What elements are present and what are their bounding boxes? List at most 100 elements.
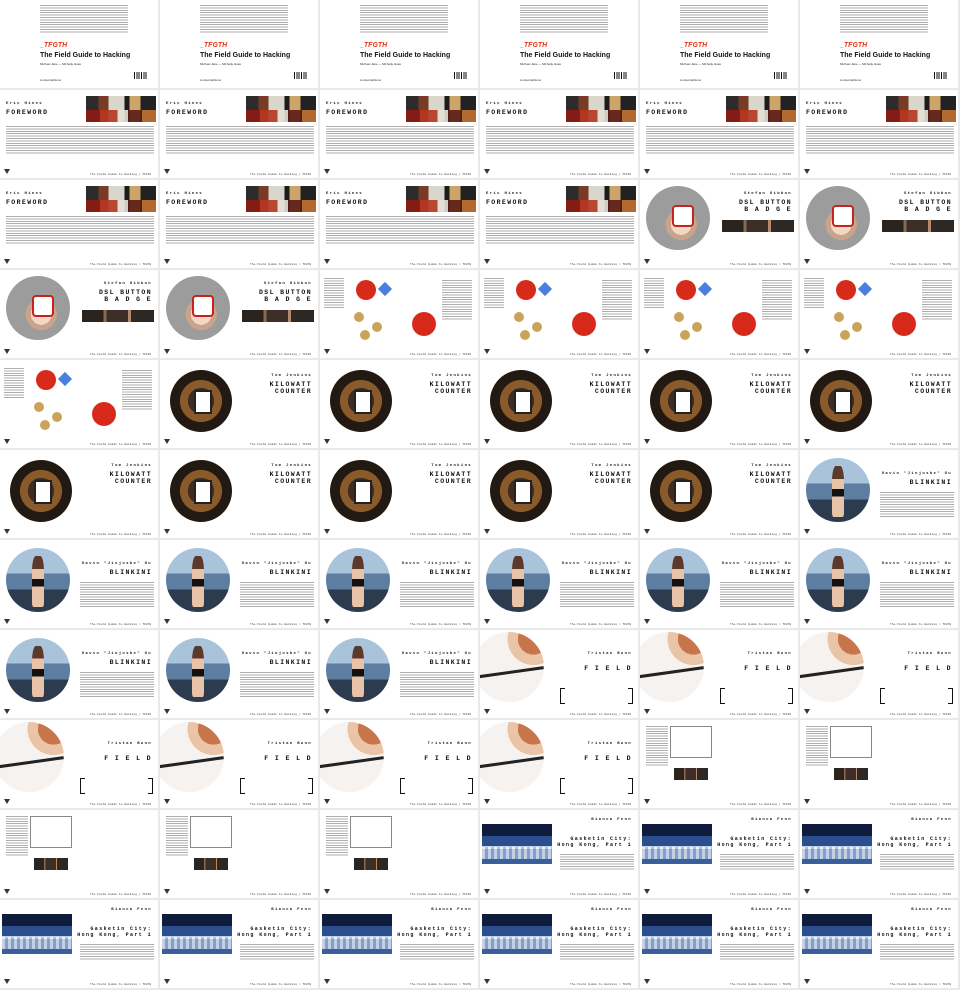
chapter-title: Gasketin City: Hong Kong, Part 1 [557, 836, 632, 848]
brass-part [520, 330, 530, 340]
page-thumbnail[interactable]: The Field Guide to Hacking | TFGTH Gavin … [160, 540, 318, 628]
page-thumbnail[interactable]: The Field Guide to Hacking | TFGTH Tom Je… [800, 360, 958, 448]
page-thumbnail[interactable]: The Field Guide to Hacking | TFGTH [800, 720, 958, 808]
chapter-photo-circle [320, 722, 384, 792]
page-thumbnail[interactable]: The Field Guide to Hacking | TFGTH Eric H… [640, 90, 798, 178]
page-footer: The Field Guide to Hacking | TFGTH [90, 533, 152, 536]
page-footer: The Field Guide to Hacking | TFGTH [90, 443, 152, 446]
chapter-author: Stefan Gibbon [263, 282, 312, 286]
page-thumbnail[interactable]: The Field Guide to Hacking | TFGTH Gavin … [0, 630, 158, 718]
page-thumbnail[interactable]: The Field Guide to Hacking | TFGTH [320, 270, 478, 358]
body-text-block [400, 944, 474, 960]
page-thumbnail[interactable]: The Field Guide to Hacking | TFGTH Gavin … [640, 540, 798, 628]
chapter-photo [482, 914, 552, 954]
page-thumbnail[interactable]: The Field Guide to Hacking | TFGTH Stefan… [0, 270, 158, 358]
page-thumbnail[interactable]: The Field Guide to Hacking | TFGTH Bianca… [480, 810, 638, 898]
cover-tag: _TFGTH [680, 42, 708, 49]
publisher-logo-icon [484, 439, 490, 445]
page-thumbnail[interactable]: The Field Guide to Hacking | TFGTH Eric H… [0, 180, 158, 268]
page-footer: The Field Guide to Hacking | TFGTH [250, 983, 312, 986]
page-thumbnail[interactable]: The Field Guide to Hacking | TFGTH Tom Je… [160, 360, 318, 448]
page-thumbnail[interactable]: The Field Guide to Hacking | TFGTH Gavin … [0, 540, 158, 628]
body-text-block [922, 280, 952, 320]
chapter-title: KILOWATT COUNTER [269, 381, 312, 395]
page-thumbnail[interactable]: The Field Guide to Hacking | TFGTH Gavin … [320, 540, 478, 628]
page-thumbnail[interactable]: The Field Guide to Hacking | TFGTH Eric H… [0, 90, 158, 178]
chapter-photo [246, 96, 316, 122]
page-thumbnail[interactable]: _TFGTH The Field Guide to Hacking Michael … [640, 0, 798, 88]
page-thumbnail[interactable]: The Field Guide to Hacking | TFGTH Eric H… [800, 90, 958, 178]
page-footer: The Field Guide to Hacking | TFGTH [250, 263, 312, 266]
page-thumbnail[interactable]: The Field Guide to Hacking | TFGTH Bianca… [800, 900, 958, 988]
page-thumbnail[interactable]: The Field Guide to Hacking | TFGTH Bianca… [320, 900, 478, 988]
page-footer: The Field Guide to Hacking | TFGTH [90, 173, 152, 176]
page-thumbnail[interactable]: The Field Guide to Hacking | TFGTH Tom Je… [640, 450, 798, 538]
page-thumbnail[interactable]: The Field Guide to Hacking | TFGTH Bianca… [800, 810, 958, 898]
page-footer: The Field Guide to Hacking | TFGTH [730, 983, 792, 986]
page-thumbnail[interactable]: _TFGTH The Field Guide to Hacking Michael … [160, 0, 318, 88]
page-thumbnail[interactable]: The Field Guide to Hacking | TFGTH Gavin … [480, 540, 638, 628]
page-thumbnail[interactable]: The Field Guide to Hacking | TFGTH Gavin … [160, 630, 318, 718]
page-thumbnail[interactable]: _TFGTH The Field Guide to Hacking Michael … [480, 0, 638, 88]
page-thumbnail[interactable]: The Field Guide to Hacking | TFGTH Trista… [640, 630, 798, 718]
chapter-photo [246, 186, 316, 212]
chapter-photo [162, 914, 232, 954]
chapter-title: DSL BUTTON B A D G E [738, 199, 792, 213]
page-thumbnail[interactable]: The Field Guide to Hacking | TFGTH Trista… [800, 630, 958, 718]
page-thumbnail[interactable]: The Field Guide to Hacking | TFGTH Bianca… [0, 900, 158, 988]
page-thumbnail[interactable]: The Field Guide to Hacking | TFGTH Tom Je… [0, 450, 158, 538]
page-thumbnail[interactable]: _TFGTH The Field Guide to Hacking Michael … [0, 0, 158, 88]
page-thumbnail[interactable]: The Field Guide to Hacking | TFGTH Eric H… [160, 180, 318, 268]
page-thumbnail[interactable]: The Field Guide to Hacking | TFGTH [0, 360, 158, 448]
chapter-author: Gavin "Jinjosbe" Gu [241, 652, 312, 656]
page-thumbnail[interactable]: The Field Guide to Hacking | TFGTH [800, 270, 958, 358]
page-thumbnail[interactable]: The Field Guide to Hacking | TFGTH Gavin … [320, 630, 478, 718]
page-thumbnail[interactable]: The Field Guide to Hacking | TFGTH Bianca… [160, 900, 318, 988]
chapter-photo-circle [646, 548, 710, 612]
page-thumbnail[interactable]: The Field Guide to Hacking | TFGTH [0, 810, 158, 898]
page-thumbnail[interactable]: The Field Guide to Hacking | TFGTH [320, 810, 478, 898]
page-thumbnail[interactable]: The Field Guide to Hacking | TFGTH Trista… [480, 630, 638, 718]
page-thumbnail[interactable]: The Field Guide to Hacking | TFGTH Trista… [480, 720, 638, 808]
cover-publisher: Limited Editions [360, 78, 382, 82]
page-thumbnail[interactable]: The Field Guide to Hacking | TFGTH [480, 270, 638, 358]
page-thumbnail[interactable]: The Field Guide to Hacking | TFGTH Eric H… [320, 180, 478, 268]
body-text-block [80, 672, 154, 698]
schematic-diagram [670, 726, 712, 758]
page-thumbnail[interactable]: The Field Guide to Hacking | TFGTH Eric H… [160, 90, 318, 178]
page-thumbnail[interactable]: The Field Guide to Hacking | TFGTH Trista… [160, 720, 318, 808]
chapter-photo [886, 96, 956, 122]
cover-title: The Field Guide to Hacking [200, 52, 291, 59]
chapter-title: FOREWORD [326, 109, 369, 116]
page-thumbnail[interactable]: The Field Guide to Hacking | TFGTH Trista… [0, 720, 158, 808]
page-thumbnail[interactable]: The Field Guide to Hacking | TFGTH [640, 720, 798, 808]
page-thumbnail[interactable]: The Field Guide to Hacking | TFGTH Stefan… [160, 270, 318, 358]
bracket-left [400, 778, 405, 794]
page-thumbnail[interactable]: The Field Guide to Hacking | TFGTH Stefan… [640, 180, 798, 268]
page-thumbnail[interactable]: _TFGTH The Field Guide to Hacking Michael … [800, 0, 958, 88]
page-thumbnail[interactable]: The Field Guide to Hacking | TFGTH Tom Je… [640, 360, 798, 448]
page-thumbnail[interactable]: The Field Guide to Hacking | TFGTH Gavin … [800, 540, 958, 628]
page-thumbnail[interactable]: The Field Guide to Hacking | TFGTH Bianca… [480, 900, 638, 988]
page-thumbnail[interactable]: The Field Guide to Hacking | TFGTH Eric H… [480, 90, 638, 178]
page-thumbnail[interactable]: The Field Guide to Hacking | TFGTH Eric H… [320, 90, 478, 178]
page-thumbnail[interactable]: The Field Guide to Hacking | TFGTH Tom Je… [480, 450, 638, 538]
page-thumbnail[interactable]: The Field Guide to Hacking | TFGTH Tom Je… [480, 360, 638, 448]
chapter-author: Stefan Gibbon [103, 282, 152, 286]
page-thumbnail[interactable]: The Field Guide to Hacking | TFGTH Bianca… [640, 900, 798, 988]
page-thumbnail[interactable]: The Field Guide to Hacking | TFGTH Tom Je… [320, 450, 478, 538]
brass-part [852, 322, 862, 332]
page-thumbnail[interactable]: The Field Guide to Hacking | TFGTH Eric H… [480, 180, 638, 268]
body-text-block [720, 854, 794, 870]
page-thumbnail[interactable]: The Field Guide to Hacking | TFGTH Tom Je… [320, 360, 478, 448]
page-thumbnail[interactable]: The Field Guide to Hacking | TFGTH Tom Je… [160, 450, 318, 538]
page-thumbnail[interactable]: The Field Guide to Hacking | TFGTH Bianca… [640, 810, 798, 898]
page-thumbnail[interactable]: _TFGTH The Field Guide to Hacking Michael … [320, 0, 478, 88]
circuit-board-photo [34, 858, 68, 870]
chapter-title: DSL BUTTON B A D G E [258, 289, 312, 303]
page-thumbnail[interactable]: The Field Guide to Hacking | TFGTH Trista… [320, 720, 478, 808]
page-thumbnail[interactable]: The Field Guide to Hacking | TFGTH Gavin … [800, 450, 958, 538]
page-thumbnail[interactable]: The Field Guide to Hacking | TFGTH [160, 810, 318, 898]
page-thumbnail[interactable]: The Field Guide to Hacking | TFGTH [640, 270, 798, 358]
page-thumbnail[interactable]: The Field Guide to Hacking | TFGTH Stefan… [800, 180, 958, 268]
